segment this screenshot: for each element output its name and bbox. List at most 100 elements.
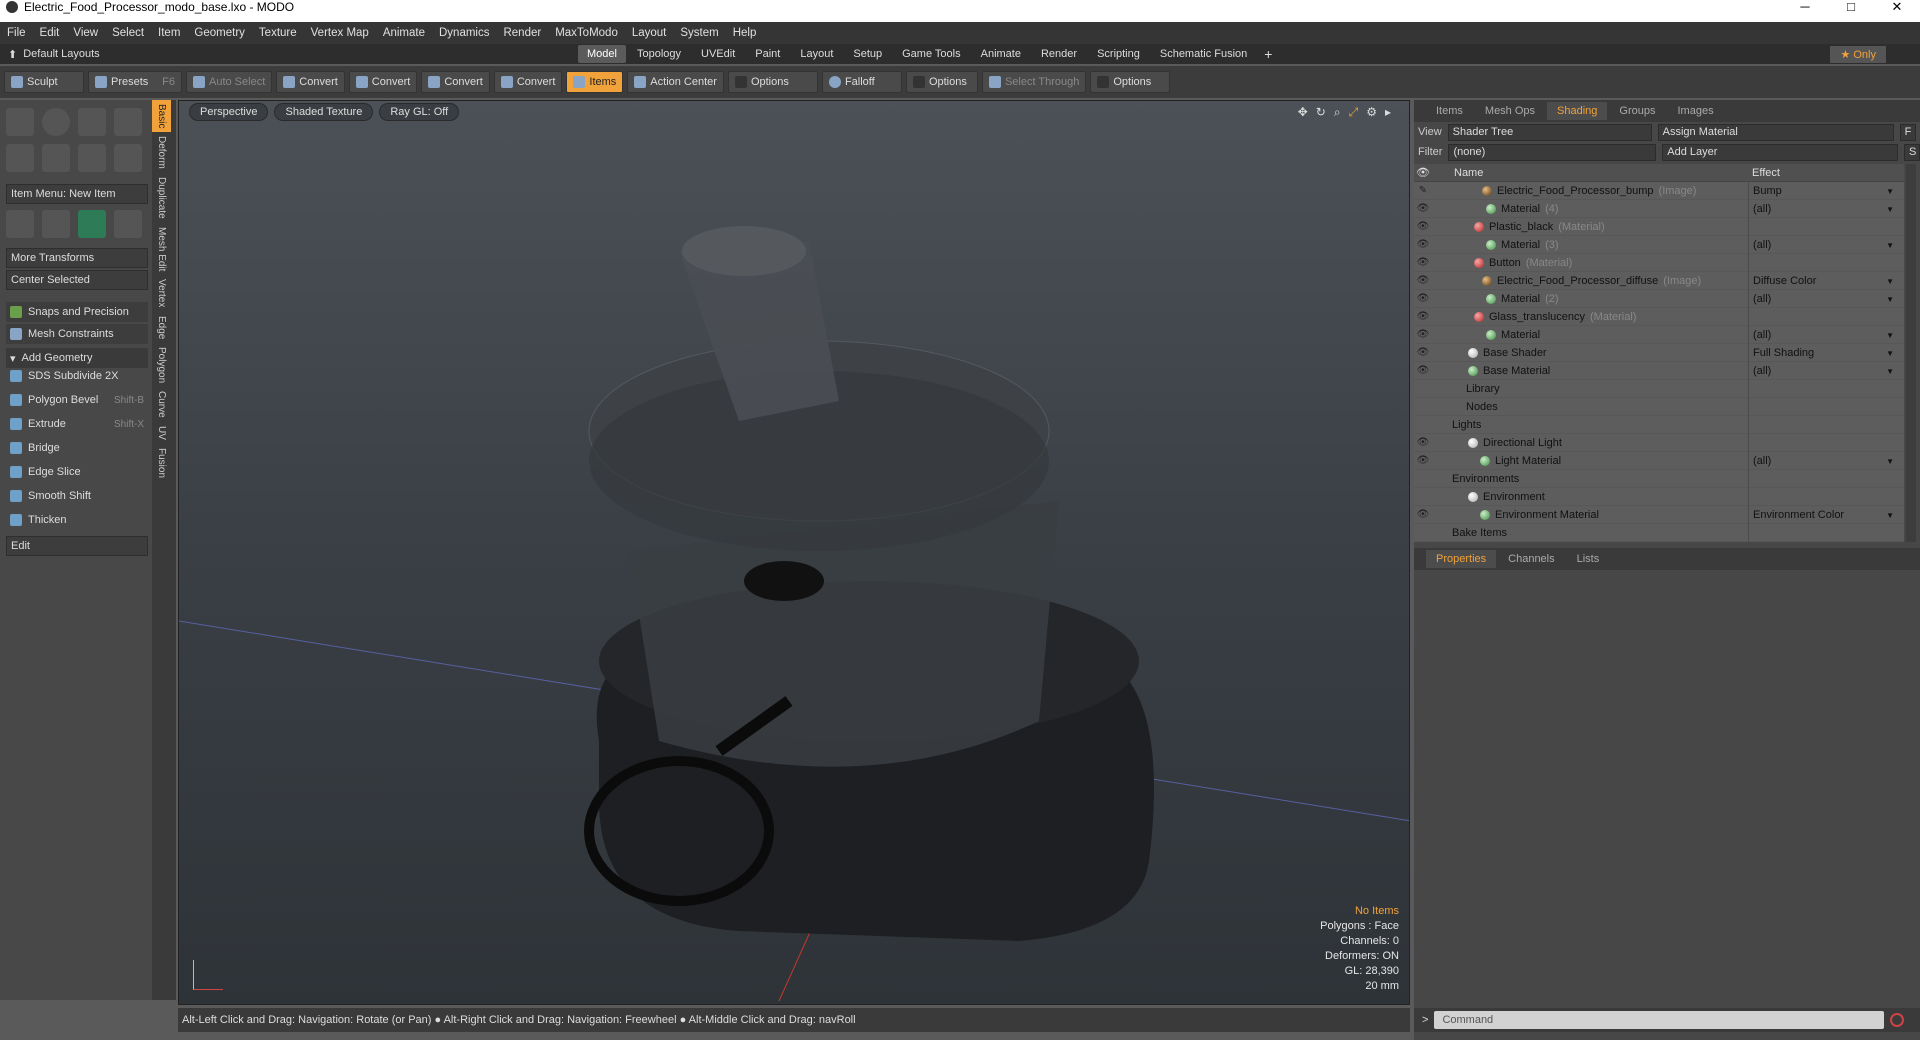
cone-primitive-icon[interactable] [114,108,142,136]
shader-tree-row[interactable]: 👁 Electric_Food_Processor_diffuse (Image) D… [1414,272,1904,290]
convert-polygons-button[interactable]: Convert [421,71,490,93]
effect-cell[interactable] [1748,488,1898,506]
convert-materials-button[interactable]: Convert [493,71,563,93]
effect-cell[interactable] [1748,416,1898,434]
shader-tree-row[interactable]: 👁 Button (Material) [1414,254,1904,272]
menu-help[interactable]: Help [726,27,764,39]
scale-tool-icon[interactable] [114,210,142,238]
visibility-eye-icon[interactable]: 👁 [1414,329,1432,340]
select-through-options-button[interactable]: Options [1090,71,1171,93]
falloff-button[interactable]: Falloff [821,71,902,93]
layout-tab-uvedit[interactable]: UVEdit [692,45,744,63]
properties-tab-lists[interactable]: Lists [1567,550,1610,568]
convert-edges-button[interactable]: Convert [348,71,418,93]
shader-tree-row[interactable]: ✎ Electric_Food_Processor_bump (Image) Bump… [1414,182,1904,200]
effect-cell[interactable]: Environment Color ▼ [1748,506,1898,524]
shader-tree-row[interactable]: 👁 Material (3) (all) ▼ [1414,236,1904,254]
tool-thicken[interactable]: Thicken [6,510,148,530]
menu-view[interactable]: View [66,27,105,39]
effect-cell[interactable] [1748,524,1898,542]
visibility-eye-icon[interactable]: 👁 [1414,311,1432,322]
layout-tab-scripting[interactable]: Scripting [1088,45,1149,63]
palette-tab-basic[interactable]: Basic [152,100,171,133]
action-center-options-button[interactable]: Options [727,71,818,93]
panel-tab-mesh-ops[interactable]: Mesh Ops [1475,102,1545,120]
select-through-button[interactable]: Select Through [981,71,1087,93]
layouts-home-icon[interactable]: ⬆ [8,48,17,61]
curve-tool-icon[interactable] [42,144,70,172]
effect-cell[interactable]: Diffuse Color ▼ [1748,272,1898,290]
shader-tree-row[interactable]: Bake Items [1414,524,1904,542]
more-transforms-dropdown[interactable]: More Transforms [6,248,148,268]
effect-cell[interactable]: (all) ▼ [1748,452,1898,470]
palette-tab-edge[interactable]: Edge [152,312,171,343]
action-center-button[interactable]: Action Center [627,71,724,93]
menu-item[interactable]: Item [151,27,187,39]
filter-toggle-button[interactable]: F [1899,123,1916,141]
tool-edge-slice[interactable]: Edge Slice [6,462,148,482]
shader-tree-row[interactable]: Nodes [1414,398,1904,416]
effect-cell[interactable]: (all) ▼ [1748,326,1898,344]
move-tool-icon[interactable] [6,210,34,238]
visibility-eye-icon[interactable]: 👁 [1414,203,1432,214]
palette-tab-uv[interactable]: UV [152,422,171,444]
visibility-eye-icon[interactable]: 👁 [1414,437,1432,448]
effect-cell[interactable]: Bump ▼ [1748,182,1898,200]
shader-tree-row[interactable]: Environment [1414,488,1904,506]
effect-column-header[interactable]: Effect [1748,167,1780,179]
effect-cell[interactable] [1748,308,1898,326]
tool-extrude[interactable]: Extrude Shift-X [6,414,148,434]
layout-tab-game-tools[interactable]: Game Tools [893,45,970,63]
default-layouts-dropdown[interactable]: Default Layouts [23,48,99,61]
shader-tree-row[interactable]: Library [1414,380,1904,398]
effect-cell[interactable]: (all) ▼ [1748,362,1898,380]
effect-cell[interactable]: Full Shading ▼ [1748,344,1898,362]
add-layer-dropdown[interactable]: Add Layer [1662,143,1899,161]
palette-tab-polygon[interactable]: Polygon [152,343,171,387]
panel-tab-shading[interactable]: Shading [1547,102,1608,120]
effect-cell[interactable]: (all) ▼ [1748,200,1898,218]
properties-tab-properties[interactable]: Properties [1426,550,1497,568]
visibility-eye-icon[interactable]: 👁 [1414,347,1432,358]
tree-scrollbar[interactable] [1906,164,1916,542]
visibility-eye-icon[interactable]: 👁 [1414,455,1432,466]
mesh-constraints-button[interactable]: Mesh Constraints [6,324,148,344]
item-menu-dropdown[interactable]: Item Menu: New Item [6,184,148,204]
filter-dropdown[interactable]: (none) [1448,143,1657,161]
palette-tab-vertex[interactable]: Vertex [152,275,171,311]
palette-tab-mesh-edit[interactable]: Mesh Edit [152,223,171,275]
3d-viewport[interactable]: Perspective Shaded Texture Ray GL: Off ✥… [178,100,1410,1005]
panel-tab-images[interactable]: Images [1668,102,1724,120]
layout-tab-topology[interactable]: Topology [628,45,690,63]
minimize-button[interactable]: ─ [1782,0,1828,14]
sphere-primitive-icon[interactable] [42,108,70,136]
effect-cell[interactable]: (all) ▼ [1748,290,1898,308]
layout-tab-paint[interactable]: Paint [746,45,789,63]
name-column-header[interactable]: Name [1432,167,1748,179]
shader-tree-row[interactable]: 👁 Environment Material Environment Color ▼ [1414,506,1904,524]
center-selected-dropdown[interactable]: Center Selected [6,270,148,290]
only-toggle[interactable]: ★ Only [1830,45,1886,63]
convert-vertices-button[interactable]: Convert [276,71,345,93]
grid-tool-icon[interactable] [42,210,70,238]
effect-cell[interactable] [1748,380,1898,398]
text-tool-icon[interactable] [114,144,142,172]
add-geometry-header[interactable]: ▾ Add Geometry [6,348,148,368]
s-toggle-button[interactable]: S [1904,143,1920,161]
maximize-button[interactable]: □ [1828,0,1874,14]
visibility-eye-icon[interactable]: ✎ [1414,185,1432,196]
shader-tree-row[interactable]: 👁 Directional Light [1414,434,1904,452]
layout-tab-setup[interactable]: Setup [844,45,891,63]
shader-tree-row[interactable]: 👁 Light Material (all) ▼ [1414,452,1904,470]
close-button[interactable]: ✕ [1874,0,1920,14]
edit-dropdown[interactable]: Edit [6,536,148,556]
visibility-eye-icon[interactable]: 👁 [1414,239,1432,250]
command-input[interactable]: Command [1434,1011,1885,1029]
auto-select-button[interactable]: Auto Select [186,71,273,93]
rotate-tool-icon[interactable] [78,210,106,238]
tool-smooth-shift[interactable]: Smooth Shift [6,486,148,506]
menu-geometry[interactable]: Geometry [187,27,252,39]
cylinder-primitive-icon[interactable] [78,108,106,136]
menu-render[interactable]: Render [496,27,548,39]
menu-texture[interactable]: Texture [252,27,304,39]
